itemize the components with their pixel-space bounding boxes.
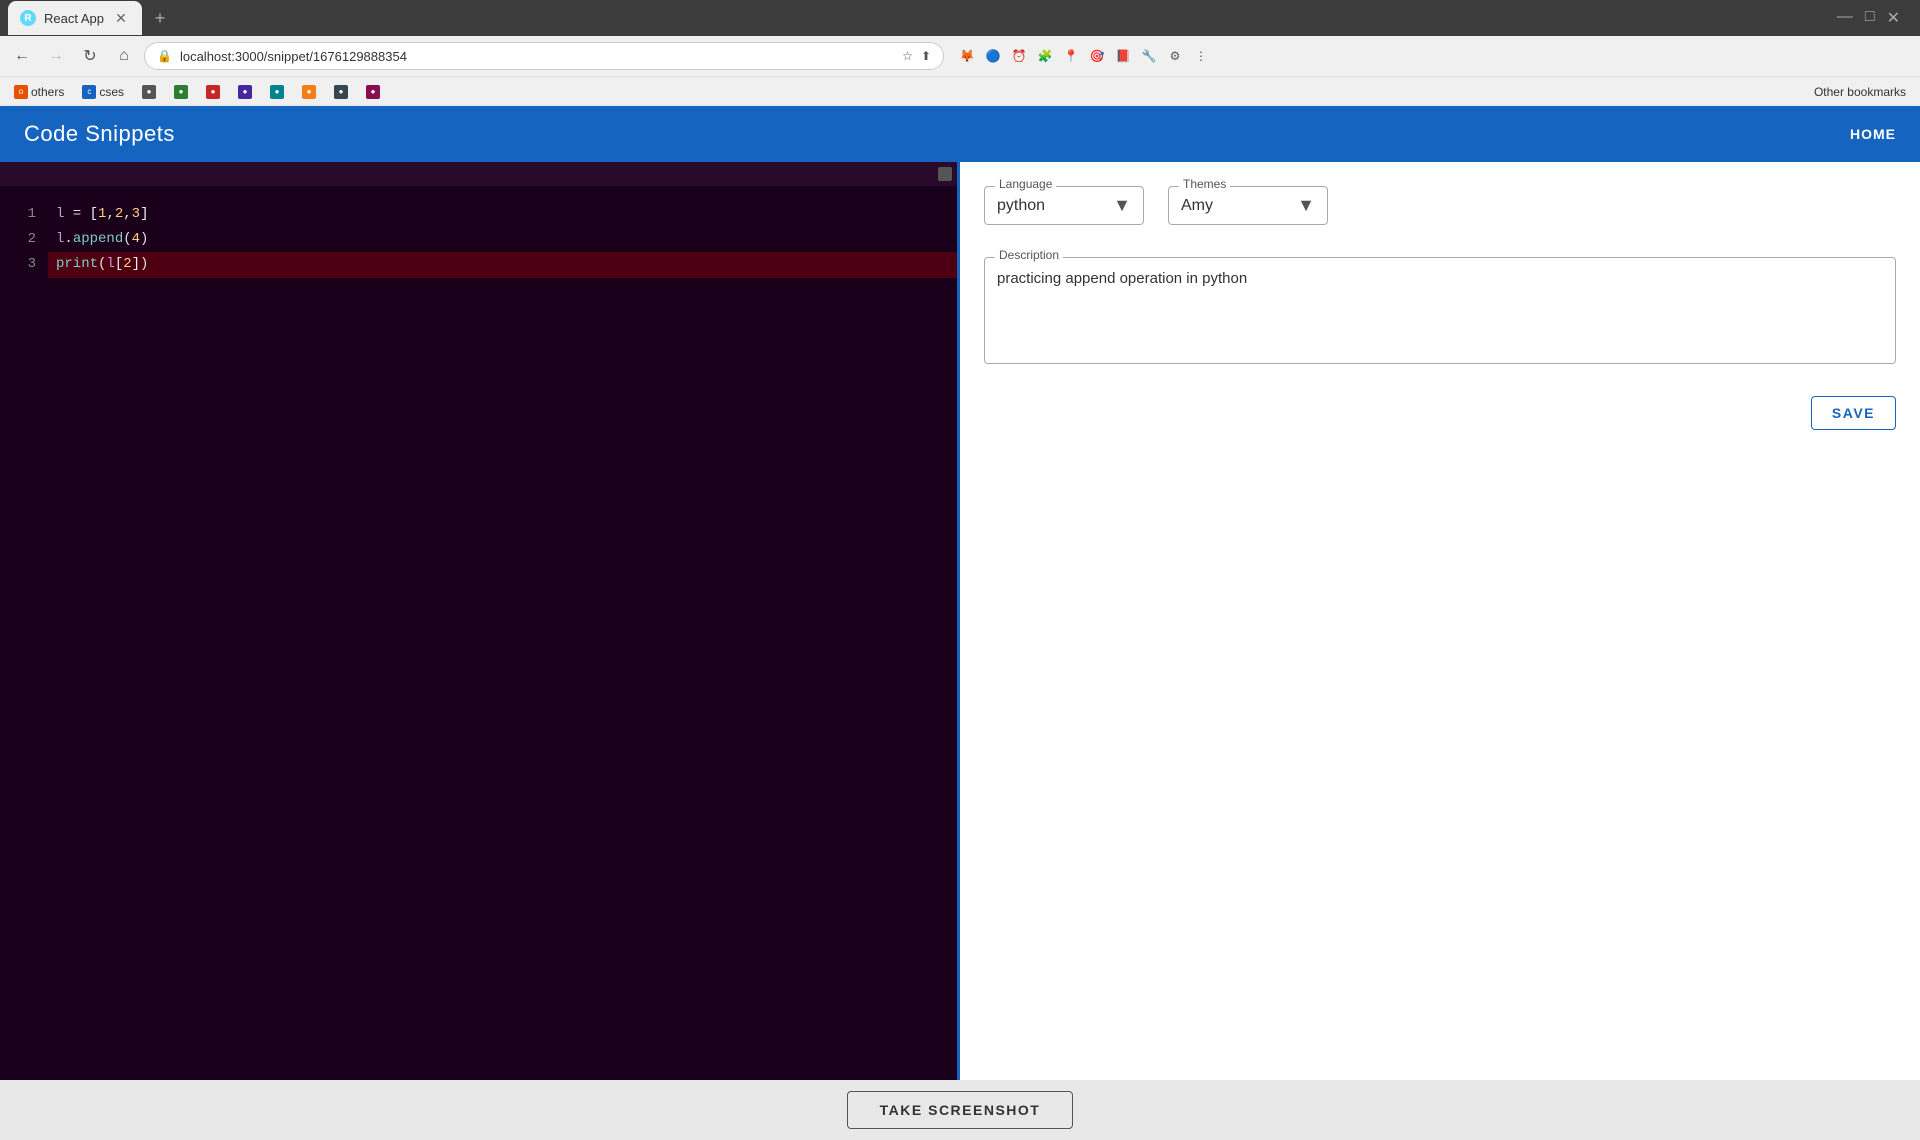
line-numbers: 1 2 3 <box>0 194 48 286</box>
description-wrapper: Description <box>984 257 1896 364</box>
bookmark-3[interactable]: ● <box>136 83 162 101</box>
lock-icon: 🔒 <box>157 49 172 63</box>
ext-5[interactable]: 📍 <box>1060 45 1082 67</box>
code-content[interactable]: l = [1,2,3] l.append(4) print(l[2]) <box>48 194 960 286</box>
language-select[interactable]: python ▼ <box>997 195 1131 216</box>
new-tab-button[interactable]: + <box>146 4 174 32</box>
bookmark-5[interactable]: ● <box>200 83 226 101</box>
language-value: python <box>997 197 1045 215</box>
tab-bar: R React App ✕ + — □ ✕ <box>0 0 1920 36</box>
bookmark-icon[interactable]: ☆ <box>902 49 913 63</box>
home-link[interactable]: HOME <box>1850 126 1896 142</box>
ext-2[interactable]: 🔵 <box>982 45 1004 67</box>
editor-resize-btn[interactable] <box>938 167 952 181</box>
bookmark-favicon-4: ● <box>174 85 188 99</box>
editor-right-line <box>957 162 960 1080</box>
tab-close-button[interactable]: ✕ <box>112 9 130 27</box>
screenshot-button[interactable]: TAKE SCREENSHOT <box>847 1091 1074 1129</box>
ext-7[interactable]: 📕 <box>1112 45 1134 67</box>
app-container: Code Snippets HOME 1 2 3 l = [1,2,3] l.a… <box>0 106 1920 1080</box>
bookmarks-bar: o others c cses ● ● ● ● ● ● ● ● <box>0 76 1920 106</box>
themes-dropdown[interactable]: Themes Amy ▼ <box>1168 186 1328 225</box>
bookmark-cses[interactable]: c cses <box>76 83 130 101</box>
close-window-button[interactable]: ✕ <box>1887 8 1900 28</box>
line-number-1: 1 <box>12 202 36 227</box>
bookmark-7[interactable]: ● <box>264 83 290 101</box>
description-textarea[interactable] <box>985 258 1895 358</box>
bookmark-favicon-cses: c <box>82 85 96 99</box>
bookmark-others[interactable]: o others <box>8 83 70 101</box>
bookmark-10[interactable]: ● <box>360 83 386 101</box>
save-btn-row: SAVE <box>984 396 1896 430</box>
active-tab[interactable]: R React App ✕ <box>8 1 142 35</box>
line-number-2: 2 <box>12 227 36 252</box>
browser-chrome: R React App ✕ + — □ ✕ ← → ↻ ⌂ 🔒 localhos… <box>0 0 1920 106</box>
ext-4[interactable]: 🧩 <box>1034 45 1056 67</box>
reload-button[interactable]: ↻ <box>76 42 104 70</box>
editor-area: 1 2 3 l = [1,2,3] l.append(4) print(l[2]… <box>0 162 960 1080</box>
minimize-button[interactable]: — <box>1837 8 1853 28</box>
dropdowns-row: Language python ▼ Themes Amy ▼ <box>984 186 1896 225</box>
app-title: Code Snippets <box>24 121 175 147</box>
themes-dropdown-arrow: ▼ <box>1297 195 1315 216</box>
other-bookmarks[interactable]: Other bookmarks <box>1808 83 1912 101</box>
themes-select[interactable]: Amy ▼ <box>1181 195 1315 216</box>
themes-value: Amy <box>1181 197 1213 215</box>
description-container[interactable]: Description <box>984 257 1896 364</box>
ext-9[interactable]: ⚙ <box>1164 45 1186 67</box>
bookmark-favicon-3: ● <box>142 85 156 99</box>
language-label: Language <box>995 177 1056 191</box>
forward-button[interactable]: → <box>42 42 70 70</box>
code-line-3: print(l[2]) <box>48 252 960 277</box>
other-bookmarks-label: Other bookmarks <box>1814 85 1906 99</box>
language-dropdown[interactable]: Language python ▼ <box>984 186 1144 225</box>
bookmark-label-others: others <box>31 85 64 99</box>
bookmark-favicon-5: ● <box>206 85 220 99</box>
ext-10[interactable]: ⋮ <box>1190 45 1212 67</box>
ext-6[interactable]: 🎯 <box>1086 45 1108 67</box>
language-dropdown-arrow: ▼ <box>1113 195 1131 216</box>
line-number-3: 3 <box>12 252 36 277</box>
ext-1[interactable]: 🦊 <box>956 45 978 67</box>
themes-label: Themes <box>1179 177 1230 191</box>
app-header: Code Snippets HOME <box>0 106 1920 162</box>
description-label: Description <box>995 248 1063 262</box>
editor-body: 1 2 3 l = [1,2,3] l.append(4) print(l[2]… <box>0 186 960 294</box>
code-line-2: l.append(4) <box>48 227 960 252</box>
main-content: 1 2 3 l = [1,2,3] l.append(4) print(l[2]… <box>0 162 1920 1080</box>
bookmark-favicon-others: o <box>14 85 28 99</box>
url-text: localhost:3000/snippet/1676129888354 <box>180 49 894 64</box>
tab-favicon: R <box>20 10 36 26</box>
extensions-area: 🦊 🔵 ⏰ 🧩 📍 🎯 📕 🔧 ⚙ ⋮ <box>956 45 1212 67</box>
maximize-button[interactable]: □ <box>1865 8 1875 28</box>
screenshot-bar: TAKE SCREENSHOT <box>0 1080 1920 1140</box>
bookmark-8[interactable]: ● <box>296 83 322 101</box>
ext-3[interactable]: ⏰ <box>1008 45 1030 67</box>
bookmark-favicon-6: ● <box>238 85 252 99</box>
save-button[interactable]: SAVE <box>1811 396 1896 430</box>
home-button[interactable]: ⌂ <box>110 42 138 70</box>
bookmark-label-cses: cses <box>99 85 124 99</box>
tab-title: React App <box>44 11 104 26</box>
bookmark-favicon-9: ● <box>334 85 348 99</box>
bookmark-6[interactable]: ● <box>232 83 258 101</box>
bookmark-4[interactable]: ● <box>168 83 194 101</box>
editor-header-bar <box>0 162 960 186</box>
code-line-1: l = [1,2,3] <box>48 202 960 227</box>
bookmark-favicon-10: ● <box>366 85 380 99</box>
back-button[interactable]: ← <box>8 42 36 70</box>
bookmark-9[interactable]: ● <box>328 83 354 101</box>
config-panel: Language python ▼ Themes Amy ▼ <box>960 162 1920 1080</box>
share-icon[interactable]: ⬆ <box>921 49 931 63</box>
address-bar[interactable]: 🔒 localhost:3000/snippet/1676129888354 ☆… <box>144 42 944 70</box>
bookmark-favicon-7: ● <box>270 85 284 99</box>
ext-8[interactable]: 🔧 <box>1138 45 1160 67</box>
bookmark-favicon-8: ● <box>302 85 316 99</box>
nav-bar: ← → ↻ ⌂ 🔒 localhost:3000/snippet/1676129… <box>0 36 1920 76</box>
